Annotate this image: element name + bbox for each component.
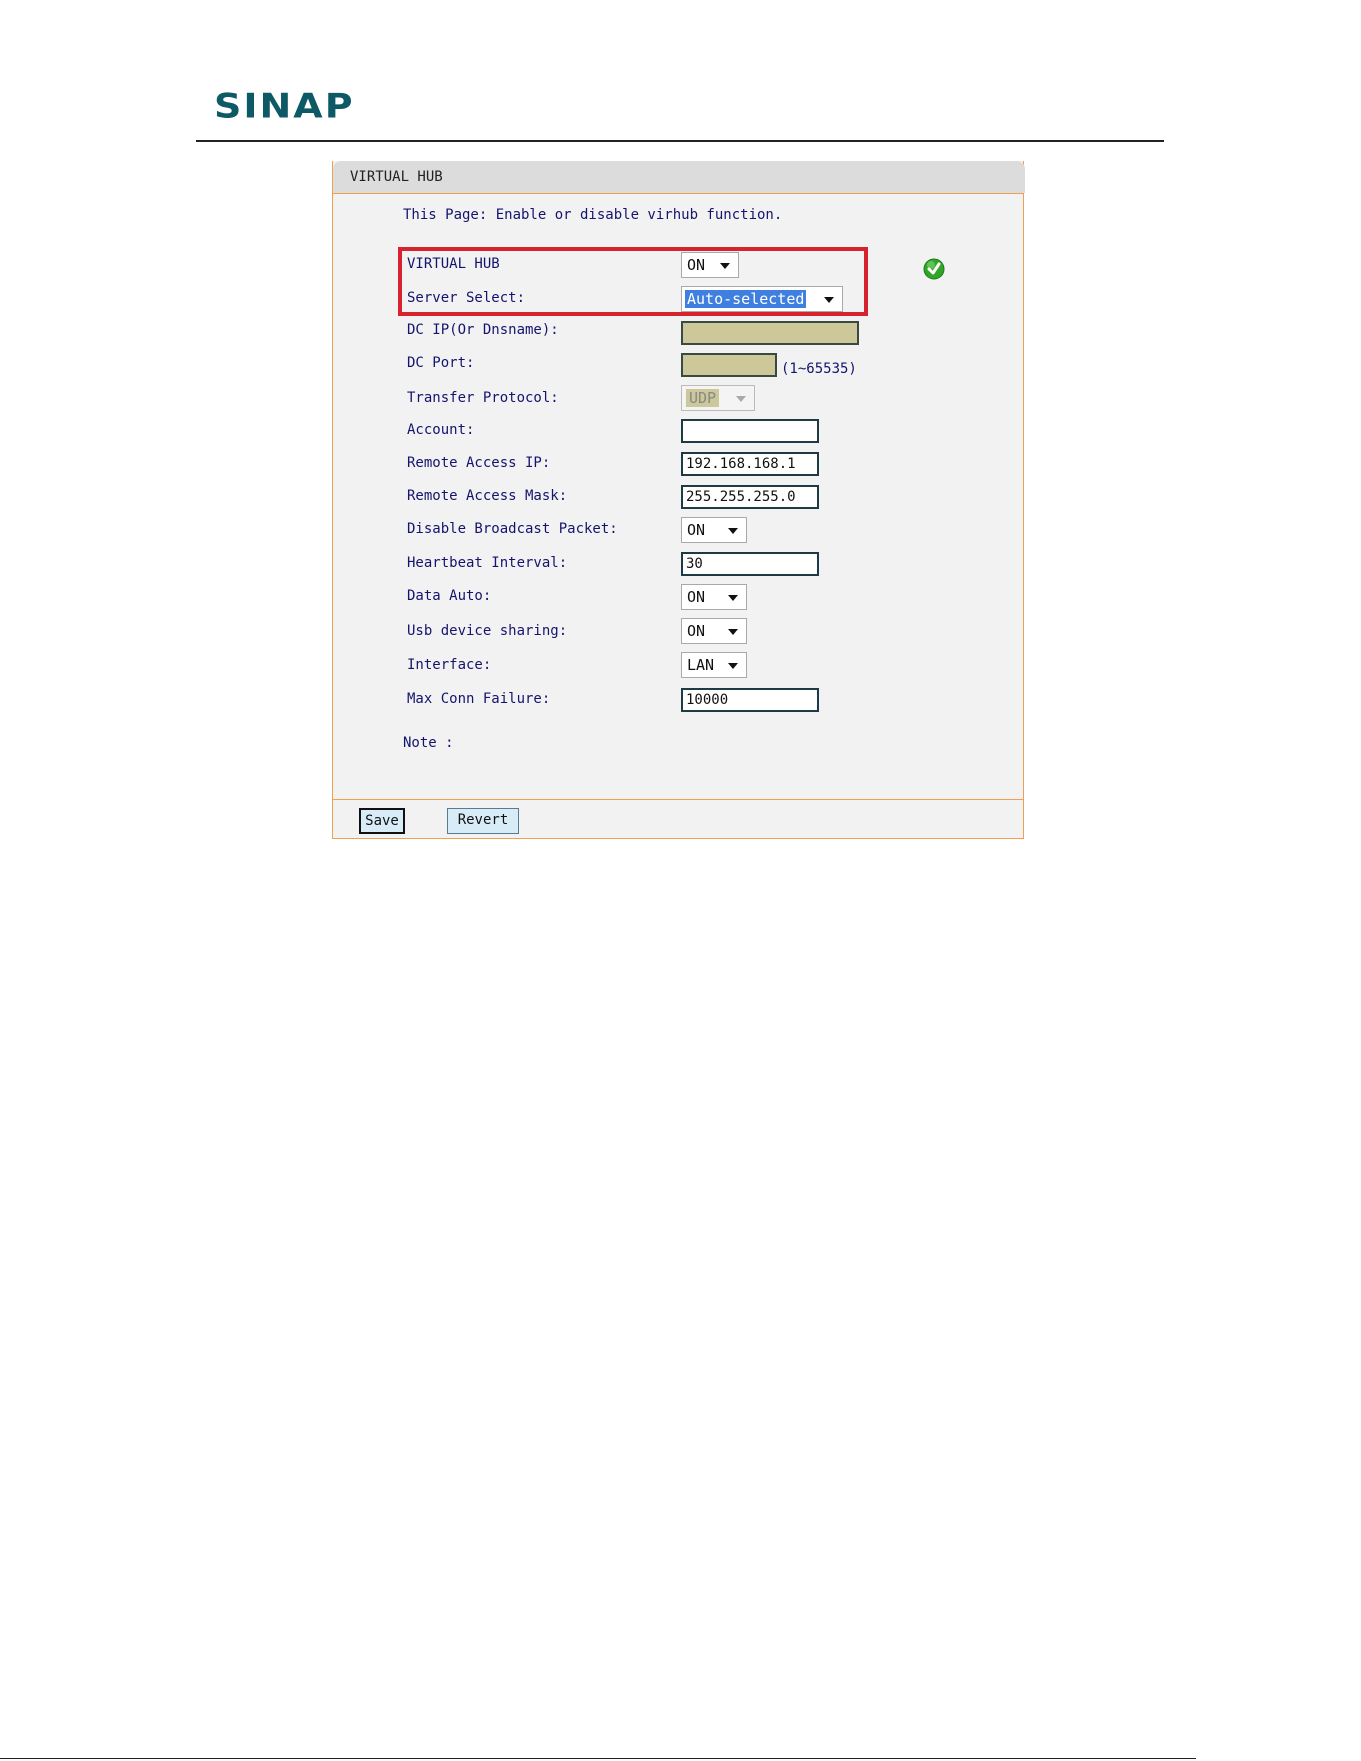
remote-access-ip-label: Remote Access IP: — [407, 455, 551, 471]
remote-access-mask-field[interactable]: 255.255.255.0 — [681, 485, 819, 509]
remote-access-mask-label: Remote Access Mask: — [407, 488, 568, 504]
virtual-hub-select[interactable]: ON — [681, 252, 739, 278]
footer-rule — [0, 1758, 1196, 1759]
dc-ip-label: DC IP(Or Dnsname): — [407, 322, 559, 338]
remote-access-ip-field[interactable]: 192.168.168.1 — [681, 452, 819, 476]
note-label: Note : — [403, 735, 454, 751]
page-description: This Page: Enable or disable virhub func… — [403, 207, 783, 223]
dc-ip-field[interactable] — [681, 321, 859, 345]
dc-port-field[interactable] — [681, 353, 777, 377]
dc-port-label: DC Port: — [407, 355, 475, 371]
disable-broadcast-select[interactable]: ON — [681, 517, 747, 543]
chevron-down-icon — [720, 263, 730, 269]
virtual-hub-label: VIRTUAL HUB — [407, 256, 500, 272]
server-select-label: Server Select: — [407, 290, 526, 306]
heartbeat-interval-label: Heartbeat Interval: — [407, 555, 568, 571]
header-divider — [196, 140, 1164, 142]
usb-sharing-value: ON — [687, 622, 706, 640]
disable-broadcast-label: Disable Broadcast Packet: — [407, 521, 618, 537]
transfer-protocol-label: Transfer Protocol: — [407, 390, 559, 406]
footer-divider — [332, 799, 1024, 800]
dc-port-range-hint: (1~65535) — [781, 361, 857, 377]
account-label: Account: — [407, 422, 475, 438]
heartbeat-interval-field[interactable]: 30 — [681, 552, 819, 576]
max-conn-failure-field[interactable]: 10000 — [681, 688, 819, 712]
panel-title: VIRTUAL HUB — [333, 161, 1025, 193]
account-field[interactable] — [681, 419, 819, 443]
data-auto-value: ON — [687, 588, 706, 606]
interface-value: LAN — [687, 656, 715, 674]
chevron-down-icon — [728, 528, 738, 534]
usb-sharing-select[interactable]: ON — [681, 618, 747, 644]
interface-select[interactable]: LAN — [681, 652, 747, 678]
max-conn-failure-label: Max Conn Failure: — [407, 691, 551, 707]
transfer-protocol-select[interactable]: UDP — [681, 385, 755, 411]
virtual-hub-value: ON — [687, 256, 706, 274]
transfer-protocol-value: UDP — [686, 389, 720, 407]
data-auto-select[interactable]: ON — [681, 584, 747, 610]
chevron-down-icon — [728, 663, 738, 669]
sinap-logo: SINAP — [214, 86, 355, 126]
usb-sharing-label: Usb device sharing: — [407, 623, 568, 639]
server-select[interactable]: Auto-selected — [681, 286, 843, 312]
server-select-value: Auto-selected — [685, 290, 807, 308]
virtual-hub-panel: VIRTUAL HUB This Page: Enable or disable… — [332, 161, 1025, 839]
data-auto-label: Data Auto: — [407, 588, 492, 604]
title-divider — [332, 193, 1024, 194]
check-circle-icon — [923, 258, 945, 280]
chevron-down-icon — [728, 629, 738, 635]
chevron-down-icon — [824, 297, 834, 303]
chevron-down-icon — [736, 396, 746, 402]
interface-label: Interface: — [407, 657, 492, 673]
chevron-down-icon — [728, 595, 738, 601]
revert-button[interactable]: Revert — [447, 808, 519, 834]
save-button[interactable]: Save — [359, 808, 405, 834]
disable-broadcast-value: ON — [687, 521, 706, 539]
